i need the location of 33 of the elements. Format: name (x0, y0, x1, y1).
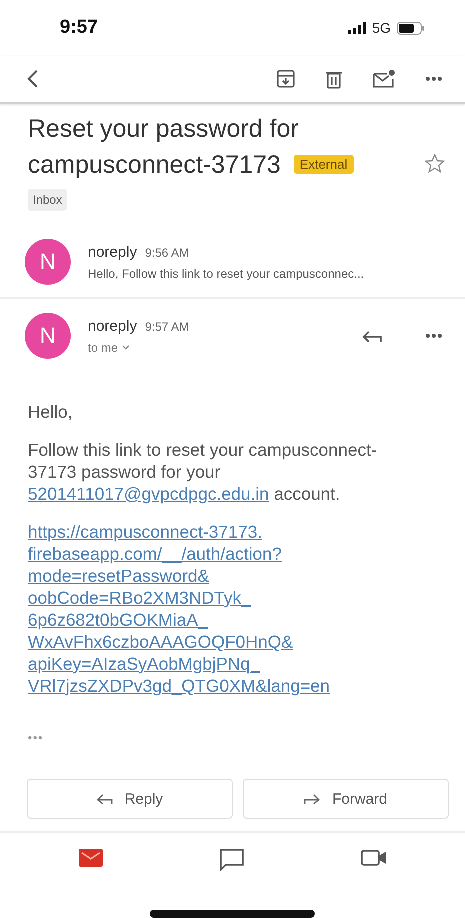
external-tag: External (294, 155, 354, 174)
star-icon[interactable] (425, 154, 445, 174)
message-time: 9:57 AM (145, 320, 190, 334)
clock-time: 9:57 (60, 17, 98, 39)
reply-button[interactable]: Reply (27, 779, 233, 819)
message-snippet: Hello, Follow this link to reset your campusconnec... (88, 266, 366, 280)
show-trimmed-content[interactable]: ••• (28, 727, 44, 749)
archive-icon (277, 70, 295, 88)
forward-icon (304, 794, 320, 804)
recipient-toggle[interactable]: to me (88, 340, 130, 354)
back-icon (26, 68, 40, 90)
reply-icon (96, 794, 113, 804)
reset-link[interactable]: https://campusconnect-37173. firebaseapp.com/__/auth/action? mode=resetPassword& oobCode=RBo2XM3NDTyk_ 6p6z682t0bGOKMiaA_ WxAvFhx6czboAAAGOQF0HnQ& apiKey=AIzaSyAobMgbjPNq_ VRl7jzsZXDPv3gd_QTG0XM&lang=en (28, 521, 330, 697)
network-label: 5G (372, 20, 391, 36)
trash-icon (325, 70, 343, 88)
forward-button[interactable]: Forward (243, 779, 449, 819)
sender-name: noreply (88, 318, 138, 334)
reply-icon (362, 329, 382, 343)
inbox-label: Inbox (28, 189, 68, 211)
chevron-down-icon (122, 345, 130, 350)
signal-icon (348, 22, 366, 34)
battery-icon (397, 22, 425, 34)
message-time: 9:56 AM (145, 246, 190, 260)
email-link[interactable]: 5201411017@gvpcdpgc.edu.in (28, 484, 270, 504)
sender-avatar: N (25, 313, 71, 359)
more-icon (425, 333, 443, 339)
sender-name: noreply (88, 244, 138, 260)
email-subject: Reset your password for campusconnect-37173 $^{External}$ (28, 112, 417, 183)
greeting-text: Hello, (28, 401, 74, 423)
envelope-icon (373, 70, 395, 88)
sender-avatar: N (25, 239, 71, 285)
more-icon (425, 74, 443, 84)
body-paragraph: Follow this link to reset your campusconnect-37173 password for your 5201411017@gvpcdpgc.edu.in account. (28, 439, 378, 505)
